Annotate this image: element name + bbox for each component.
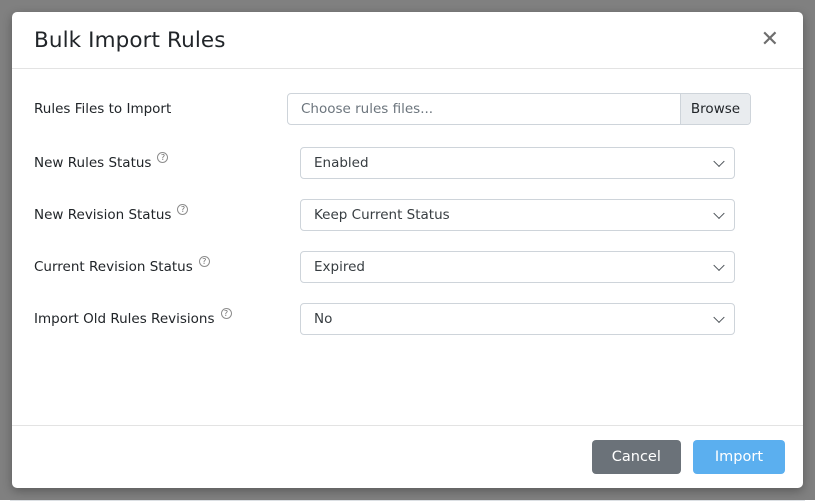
label-text: Import Old Rules Revisions: [34, 311, 215, 327]
label-new-rules-status: New Rules Status ?: [34, 155, 300, 171]
rules-files-input-group[interactable]: Choose rules files... Browse: [287, 93, 751, 125]
bulk-import-rules-dialog: Bulk Import Rules ✕ Rules Files to Impor…: [12, 12, 803, 488]
field-rules-files-to-import: Rules Files to Import Choose rules files…: [34, 93, 781, 125]
dialog-header: Bulk Import Rules ✕: [12, 12, 803, 69]
new-revision-status-select[interactable]: Keep Current Status: [300, 199, 735, 231]
field-current-revision-status: Current Revision Status ? Expired: [34, 251, 781, 283]
label-text: Current Revision Status: [34, 259, 193, 275]
field-import-old-rules-revisions: Import Old Rules Revisions ? No: [34, 303, 781, 335]
current-revision-status-select[interactable]: Expired: [300, 251, 735, 283]
help-circle-icon[interactable]: ?: [157, 152, 168, 163]
label-rules-files-to-import: Rules Files to Import: [34, 101, 287, 117]
help-circle-icon[interactable]: ?: [177, 204, 188, 215]
dialog-body: Rules Files to Import Choose rules files…: [12, 69, 803, 425]
label-new-revision-status: New Revision Status ?: [34, 207, 300, 223]
label-text: New Rules Status: [34, 155, 151, 171]
help-circle-icon[interactable]: ?: [221, 308, 232, 319]
import-old-rules-revisions-select-wrap: No: [300, 303, 735, 335]
label-import-old-rules-revisions: Import Old Rules Revisions ?: [34, 311, 300, 327]
field-new-rules-status: New Rules Status ? Enabled: [34, 147, 781, 179]
field-new-revision-status: New Revision Status ? Keep Current Statu…: [34, 199, 781, 231]
rules-files-input[interactable]: Choose rules files...: [288, 94, 680, 124]
current-revision-status-select-wrap: Expired: [300, 251, 735, 283]
label-current-revision-status: Current Revision Status ?: [34, 259, 300, 275]
label-text: Rules Files to Import: [34, 101, 171, 117]
close-icon[interactable]: ✕: [755, 25, 785, 55]
help-circle-icon[interactable]: ?: [199, 256, 210, 267]
new-rules-status-select-wrap: Enabled: [300, 147, 735, 179]
browse-button[interactable]: Browse: [680, 94, 750, 124]
label-text: New Revision Status: [34, 207, 171, 223]
new-rules-status-select[interactable]: Enabled: [300, 147, 735, 179]
new-revision-status-select-wrap: Keep Current Status: [300, 199, 735, 231]
cancel-button[interactable]: Cancel: [592, 440, 681, 474]
import-button[interactable]: Import: [693, 440, 785, 474]
import-old-rules-revisions-select[interactable]: No: [300, 303, 735, 335]
dialog-footer: Cancel Import: [12, 425, 803, 488]
page-title: Bulk Import Rules: [34, 28, 226, 53]
